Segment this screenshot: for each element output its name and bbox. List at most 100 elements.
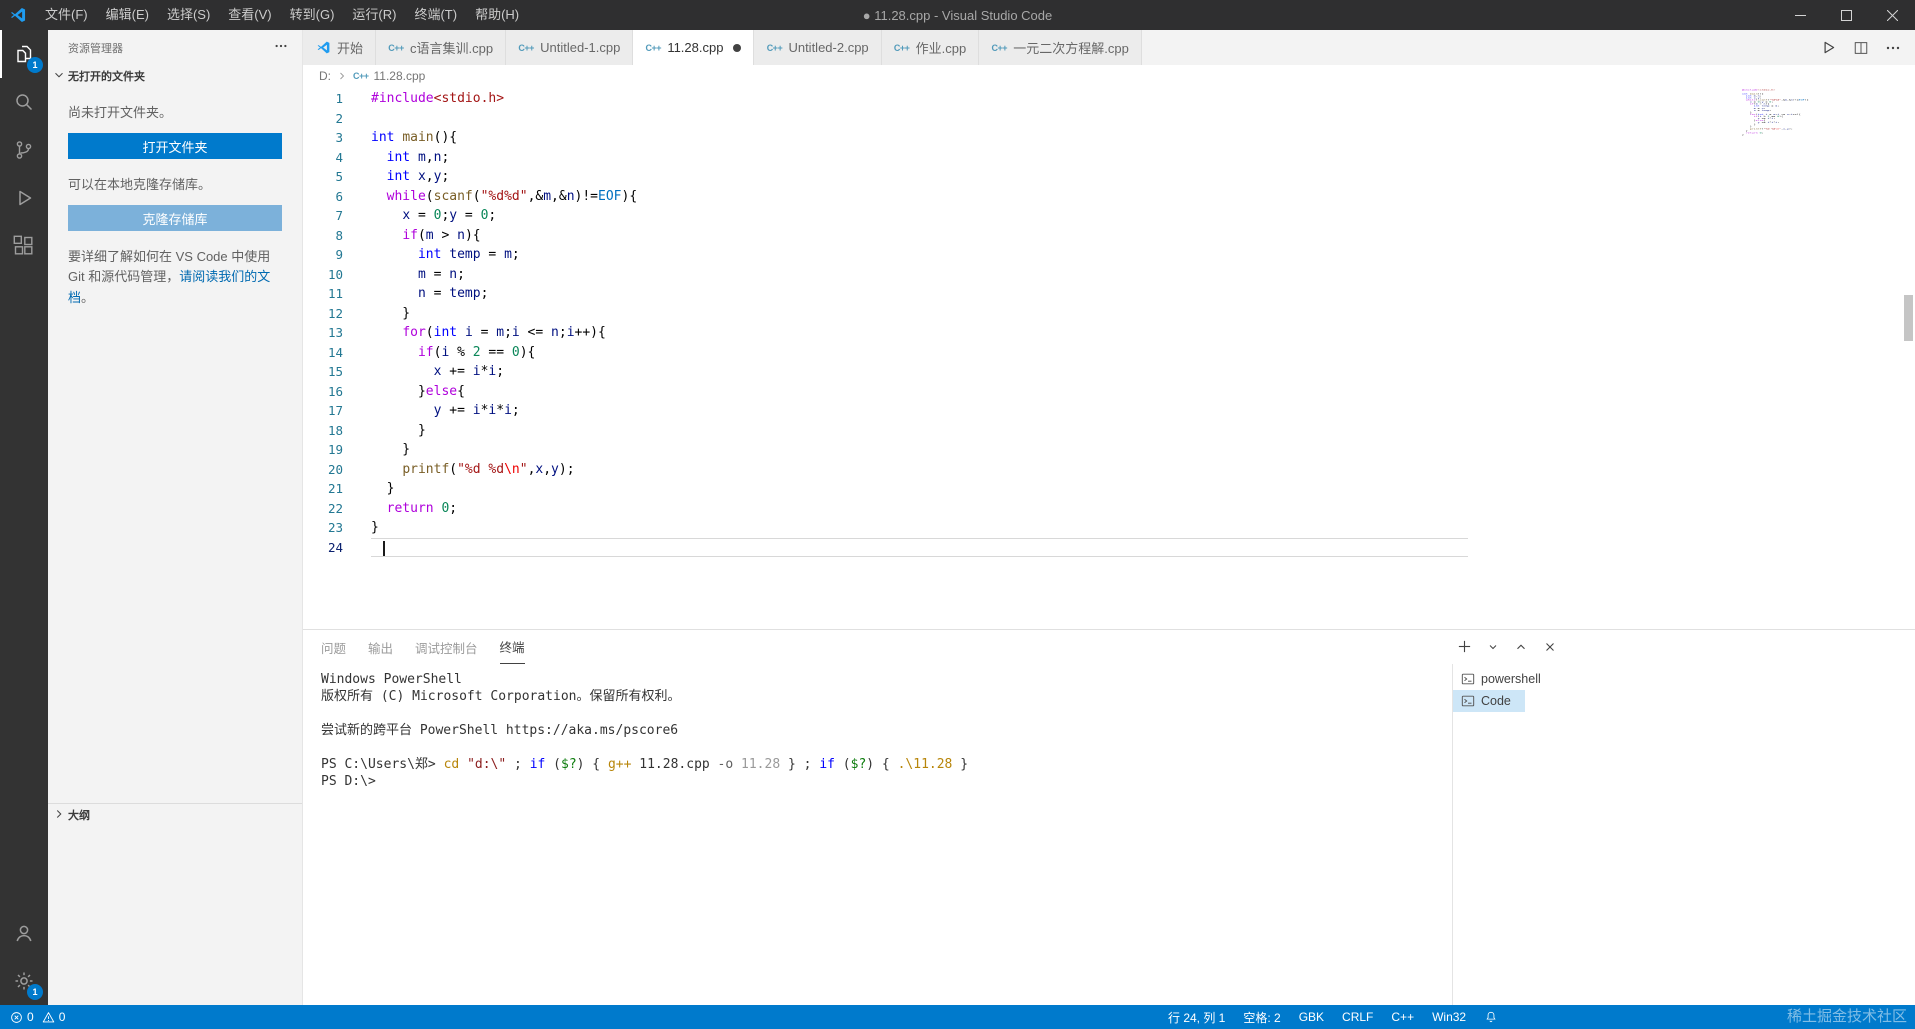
eol-status[interactable]: CRLF (1342, 1010, 1373, 1024)
close-button[interactable] (1869, 0, 1915, 30)
problems-status[interactable]: 0 0 (10, 1010, 65, 1024)
code-line[interactable]: return 0; (371, 499, 1915, 519)
open-folder-button[interactable]: 打开文件夹 (68, 133, 282, 160)
code-line[interactable]: n = temp; (371, 284, 1915, 304)
scrollbar-thumb[interactable] (1904, 295, 1913, 341)
code-line[interactable]: x = 0;y = 0; (371, 206, 1915, 226)
code-line[interactable]: }else{ (371, 382, 1915, 402)
code-line[interactable]: } (371, 440, 1915, 460)
chevron-down-icon[interactable] (1487, 639, 1499, 654)
explorer-icon[interactable]: 1 (0, 30, 48, 78)
code-line[interactable]: } (371, 479, 1915, 499)
menu-item[interactable]: 文件(F) (36, 0, 97, 30)
menu-item[interactable]: 选择(S) (158, 0, 219, 30)
code-line[interactable]: int x,y; (371, 167, 1915, 187)
line-number: 12 (327, 305, 343, 321)
run-button[interactable] (1820, 39, 1837, 56)
search-icon[interactable] (0, 78, 48, 126)
source-control-icon[interactable] (0, 126, 48, 174)
breadcrumb-item[interactable]: D: (319, 69, 331, 83)
code-line[interactable]: while(scanf("%d%d",&m,&n)!=EOF){ (371, 187, 1915, 207)
error-icon (10, 1011, 23, 1024)
more-actions-button[interactable] (1885, 40, 1901, 56)
run-debug-icon[interactable] (0, 174, 48, 222)
platform-status[interactable]: Win32 (1432, 1010, 1466, 1024)
terminal-line: Windows PowerShell (321, 672, 462, 687)
outline-section-header[interactable]: 大纲 (48, 803, 302, 826)
menu-item[interactable]: 终端(T) (405, 0, 466, 30)
code-line[interactable] (371, 537, 1468, 557)
code-line[interactable]: #include<stdio.h> (371, 89, 1915, 109)
badge: 1 (27, 57, 43, 73)
encoding-status[interactable]: GBK (1299, 1010, 1324, 1024)
menu-bar: 文件(F) 编辑(E) 选择(S) 查看(V) 转到(G) 运行(R) 终端(T) 帮助(H) (36, 0, 528, 30)
line-number: 5 (335, 169, 343, 184)
minimap[interactable]: #include<stdio.h> int main(){ int m,n; in… (1742, 89, 1860, 143)
code-line[interactable]: } (371, 304, 1915, 324)
editor-tab-0[interactable]: 开始 (303, 30, 377, 65)
menu-item[interactable]: 查看(V) (219, 0, 280, 30)
tab-label: 开始 (337, 41, 364, 56)
code-line[interactable]: m = n; (371, 265, 1915, 285)
line-number: 1 (335, 91, 343, 106)
minimize-button[interactable] (1777, 0, 1823, 30)
cursor-position-status[interactable]: 行 24, 列 1 (1168, 1009, 1225, 1026)
code-editor[interactable]: 1 2 3 4 5 6 7 8 9 10 11 12 13 14 15 16 17 18 19 20 21 22 23 24 … (303, 87, 1915, 629)
terminal-output[interactable]: Windows PowerShell 版权所有 (C) Microsoft Cor… (303, 664, 1452, 1005)
terminal-list-item[interactable]: powershell (1453, 668, 1555, 690)
code-line[interactable]: y += i*i*i; (371, 401, 1915, 421)
editor-tab-5[interactable]: C++ 作业.cpp (881, 30, 980, 65)
panel-tab-bar: 问题 输出 调试控制台 终端 (303, 630, 1915, 664)
chevron-right-icon (52, 807, 66, 824)
ellipsis-icon[interactable] (274, 39, 288, 56)
code-line[interactable]: int main(){ (371, 128, 1915, 148)
panel-tab-1[interactable]: 输出 (368, 630, 393, 664)
terminal-line: 尝试新的跨平台 PowerShell https://aka.ms/pscore… (321, 723, 679, 738)
explorer-sidebar: 资源管理器 无打开的文件夹 尚未打开文件夹。 打开文件夹 可以在本地克隆存储库。… (48, 30, 303, 1005)
terminal-list-item[interactable]: Code (1453, 690, 1525, 712)
terminal-line: PS D:\> (321, 774, 376, 789)
code-line[interactable] (371, 109, 1915, 129)
panel-tab-2[interactable]: 调试控制台 (415, 630, 478, 664)
panel-tab-0[interactable]: 问题 (321, 630, 346, 664)
editor-tab-1[interactable]: C++ c语言集训.cpp (376, 30, 507, 65)
menu-item[interactable]: 帮助(H) (466, 0, 528, 30)
warning-icon (42, 1011, 55, 1024)
settings-icon[interactable]: 1 (0, 957, 48, 1005)
maximize-panel-button[interactable] (1514, 639, 1528, 654)
editor-tab-3[interactable]: C++ 11.28.cpp (633, 30, 755, 65)
menu-item[interactable]: 编辑(E) (97, 0, 158, 30)
panel-tab-3[interactable]: 终端 (499, 630, 525, 664)
line-number: 9 (335, 247, 343, 262)
line-number: 23 (327, 520, 343, 535)
code-line[interactable]: for(int i = m;i <= n;i++){ (371, 323, 1915, 343)
code-line[interactable]: } (371, 518, 1915, 538)
code-line[interactable]: int m,n; (371, 148, 1915, 168)
code-line[interactable]: printf("%d %d\n",x,y); (371, 460, 1915, 480)
code-line[interactable]: x += i*i; (371, 362, 1915, 382)
code-line[interactable]: } (371, 421, 1915, 441)
bell-icon[interactable] (1484, 1010, 1498, 1024)
extensions-icon[interactable] (0, 222, 48, 270)
menu-item[interactable]: 运行(R) (343, 0, 405, 30)
indentation-status[interactable]: 空格: 2 (1243, 1009, 1280, 1026)
editor-tab-2[interactable]: C++ Untitled-1.cpp (506, 30, 634, 65)
editor-tab-4[interactable]: C++ Untitled-2.cpp (754, 30, 882, 65)
language-status[interactable]: C++ (1391, 1010, 1414, 1024)
close-panel-button[interactable] (1543, 639, 1557, 654)
code-line[interactable]: if(i % 2 == 0){ (371, 343, 1915, 363)
sidebar-title: 资源管理器 (68, 42, 123, 55)
line-number: 3 (335, 130, 343, 145)
section-no-open-folder[interactable]: 无打开的文件夹 (48, 65, 302, 87)
new-terminal-button[interactable] (1457, 639, 1472, 654)
breadcrumb-item[interactable]: 11.28.cpp (374, 69, 426, 83)
code-line[interactable]: if(m > n){ (371, 226, 1915, 246)
account-icon[interactable] (0, 909, 48, 957)
split-editor-button[interactable] (1853, 40, 1869, 56)
menu-item[interactable]: 转到(G) (281, 0, 344, 30)
clone-repo-button[interactable]: 克隆存储库 (68, 205, 282, 232)
code-line[interactable]: int temp = m; (371, 245, 1915, 265)
maximize-button[interactable] (1823, 0, 1869, 30)
editor-tab-6[interactable]: C++ 一元二次方程解.cpp (979, 30, 1142, 65)
